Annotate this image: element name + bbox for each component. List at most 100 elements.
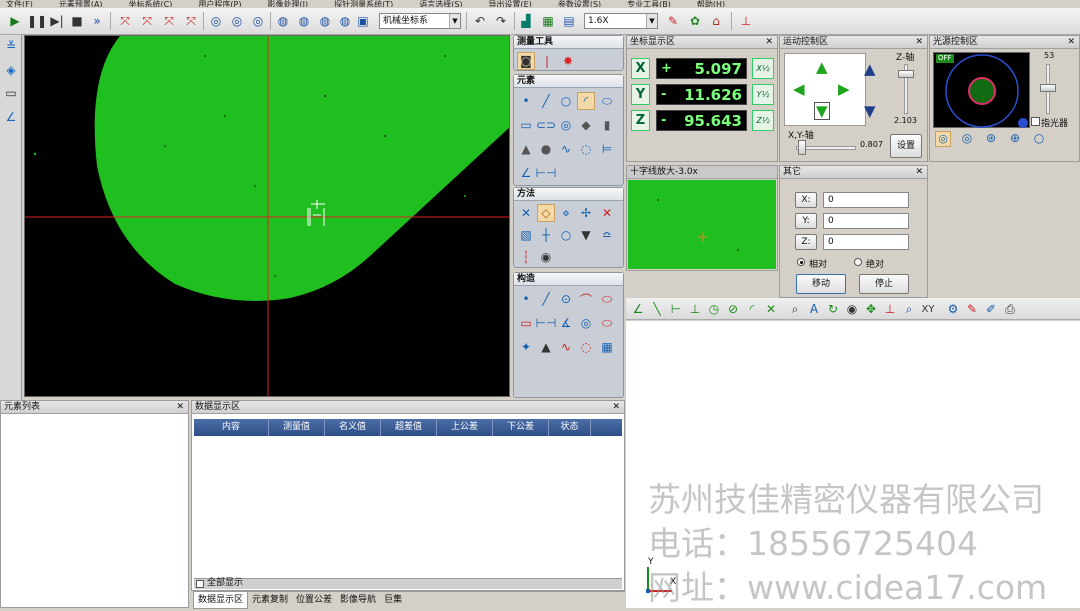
probe-cancel-icon[interactable]: ⤧ bbox=[138, 12, 156, 30]
construct-intersect-icon[interactable]: ✦ bbox=[517, 338, 535, 356]
frame-icon[interactable]: ▭ bbox=[3, 85, 19, 101]
probe-clear-icon[interactable]: ⤧ bbox=[182, 12, 200, 30]
y-axis-button[interactable]: Y bbox=[631, 84, 650, 105]
height-method-icon[interactable]: ┆ bbox=[517, 248, 535, 266]
redo-icon[interactable]: ↷ bbox=[492, 12, 510, 30]
probe-center-icon[interactable]: ◎ bbox=[207, 12, 225, 30]
g-height-icon[interactable]: ⊥ bbox=[686, 300, 704, 318]
ellipse-icon[interactable]: ⬭ bbox=[598, 92, 616, 110]
y-move-button[interactable]: Y: bbox=[795, 213, 817, 229]
sphere-icon[interactable]: ● bbox=[537, 140, 555, 158]
close-icon[interactable]: ✕ bbox=[765, 36, 773, 49]
diamond-icon[interactable]: ◆ bbox=[577, 116, 595, 134]
menu-item-7[interactable]: 导出设置(E) bbox=[483, 1, 532, 8]
report-icon[interactable]: ▟ bbox=[517, 12, 535, 30]
rectangle-icon[interactable]: ▭ bbox=[517, 116, 535, 134]
cylinder-icon[interactable]: ▮ bbox=[598, 116, 616, 134]
probe-point-icon[interactable]: ⤧ bbox=[116, 12, 134, 30]
x-axis-button[interactable]: X bbox=[631, 58, 650, 79]
g-settings-icon[interactable]: ⚙ bbox=[944, 300, 962, 318]
construct-contour-icon[interactable]: ◌ bbox=[577, 338, 595, 356]
frame-edge-icon[interactable]: ◇ bbox=[537, 204, 555, 222]
z-half-button[interactable]: Z½ bbox=[752, 110, 774, 131]
axis-icon[interactable]: ⊥ bbox=[737, 12, 755, 30]
light-icon[interactable]: ✎ bbox=[664, 12, 682, 30]
menu-item-4[interactable]: 影像处理(I) bbox=[261, 1, 308, 8]
g-width-icon[interactable]: ⊢ bbox=[667, 300, 685, 318]
g-arc-icon[interactable]: ◜ bbox=[743, 300, 761, 318]
relative-radio[interactable] bbox=[797, 258, 805, 266]
probe-rotate-icon[interactable]: ◍ bbox=[316, 12, 334, 30]
excel-icon[interactable]: ▦ bbox=[539, 12, 557, 30]
menu-item-0[interactable]: 文件(F) bbox=[0, 1, 33, 8]
menu-item-6[interactable]: 语言选择(S) bbox=[413, 1, 462, 8]
camera-tool-icon[interactable]: ◙ bbox=[517, 52, 535, 70]
tab-macro[interactable]: 巨集 bbox=[380, 592, 406, 608]
construct-ring-icon[interactable]: ◎ bbox=[577, 314, 595, 332]
g-view-icon[interactable]: ◉ bbox=[843, 300, 861, 318]
home-icon[interactable]: ⌂ bbox=[707, 12, 725, 30]
construct-angle-icon[interactable]: ∡ bbox=[557, 314, 575, 332]
col-upper-tol[interactable]: 上公差 bbox=[437, 419, 493, 436]
stop-icon[interactable]: ■ bbox=[68, 12, 86, 30]
word-icon[interactable]: ▤ bbox=[560, 12, 578, 30]
slot-icon[interactable]: ⊂⊃ bbox=[536, 116, 556, 134]
stop-button[interactable]: 停止 bbox=[859, 274, 909, 294]
close-icon[interactable]: ✕ bbox=[612, 401, 620, 414]
g-radius-icon[interactable]: ◷ bbox=[705, 300, 723, 318]
focus-icon[interactable]: ▼ bbox=[577, 226, 595, 244]
close-icon[interactable]: ✕ bbox=[915, 166, 923, 179]
tab-image-navigation[interactable]: 影像导航 bbox=[336, 592, 380, 608]
menu-item-10[interactable]: 帮助(H) bbox=[691, 1, 725, 8]
light-ring-display[interactable]: OFF bbox=[933, 52, 1030, 128]
g-text-icon[interactable]: A bbox=[805, 300, 823, 318]
width-icon[interactable]: ⊢⊣ bbox=[536, 164, 557, 182]
pointer-checkbox[interactable] bbox=[1031, 117, 1040, 126]
camera-viewport[interactable] bbox=[24, 35, 510, 397]
light-level-slider[interactable] bbox=[1040, 83, 1056, 92]
x-move-button[interactable]: X: bbox=[795, 192, 817, 208]
close-icon[interactable]: ✕ bbox=[1067, 36, 1075, 49]
fast-forward-icon[interactable]: » bbox=[88, 12, 106, 30]
coaxial-light-icon[interactable]: ◎ bbox=[959, 131, 975, 147]
tab-data-display[interactable]: 数据显示区 bbox=[193, 592, 249, 609]
auto-edge-icon[interactable]: ✕ bbox=[517, 204, 535, 222]
jog-down-icon[interactable]: ▼ bbox=[814, 102, 830, 120]
menu-item-1[interactable]: 元素预置(A) bbox=[53, 1, 103, 8]
g-marker-icon[interactable]: ✎ bbox=[963, 300, 981, 318]
col-nominal[interactable]: 名义值 bbox=[325, 419, 381, 436]
stage-icon[interactable]: ≚ bbox=[3, 38, 19, 54]
run-icon[interactable]: ▶ bbox=[6, 12, 24, 30]
col-status[interactable]: 状态 bbox=[549, 419, 591, 436]
construct-ellipse-icon[interactable]: ⬭ bbox=[598, 290, 616, 308]
undo-icon[interactable]: ↶ bbox=[471, 12, 489, 30]
g-erase-icon[interactable]: ✐ bbox=[982, 300, 1000, 318]
construct-curve-icon[interactable]: ∿ bbox=[557, 338, 575, 356]
circle-icon[interactable]: ○ bbox=[557, 92, 575, 110]
quadrant-light-icon[interactable]: ⊕ bbox=[1007, 131, 1023, 147]
y-move-field[interactable]: 0 bbox=[823, 213, 909, 229]
cross-point-icon[interactable]: ┼ bbox=[537, 226, 555, 244]
menu-item-9[interactable]: 专业工具(B) bbox=[621, 1, 671, 8]
probe-circle-icon[interactable]: ◎ bbox=[249, 12, 267, 30]
jog-right-icon[interactable]: ▶ bbox=[838, 80, 850, 98]
construct-rect-icon[interactable]: ▭ bbox=[517, 314, 535, 332]
jog-up-icon[interactable]: ▲ bbox=[816, 58, 828, 76]
menu-item-2[interactable]: 坐标系统(C) bbox=[123, 1, 173, 8]
bottom-light-icon[interactable]: ○ bbox=[1031, 131, 1047, 147]
menu-item-5[interactable]: 探针测量系统(T) bbox=[328, 1, 393, 8]
z-axis-button[interactable]: Z bbox=[631, 110, 650, 131]
g-refresh-icon[interactable]: ↻ bbox=[824, 300, 842, 318]
construct-circle-icon[interactable]: ⊙ bbox=[557, 290, 575, 308]
angle-icon[interactable]: ∠ bbox=[3, 109, 19, 125]
area-icon[interactable]: ▧ bbox=[517, 226, 535, 244]
light-off-badge[interactable]: OFF bbox=[936, 54, 954, 63]
laser-tool-icon[interactable]: ✸ bbox=[559, 52, 577, 70]
save-icon[interactable]: ▣ bbox=[354, 12, 372, 30]
g-diameter-icon[interactable]: ⊘ bbox=[724, 300, 742, 318]
tab-element-copy[interactable]: 元素复制 bbox=[248, 592, 292, 608]
g-origin-icon[interactable]: ⊥ bbox=[881, 300, 899, 318]
segment-light-icon[interactable]: ⊛ bbox=[983, 131, 999, 147]
z-move-button[interactable]: Z: bbox=[795, 234, 817, 250]
contour-method-icon[interactable]: ≏ bbox=[598, 226, 616, 244]
